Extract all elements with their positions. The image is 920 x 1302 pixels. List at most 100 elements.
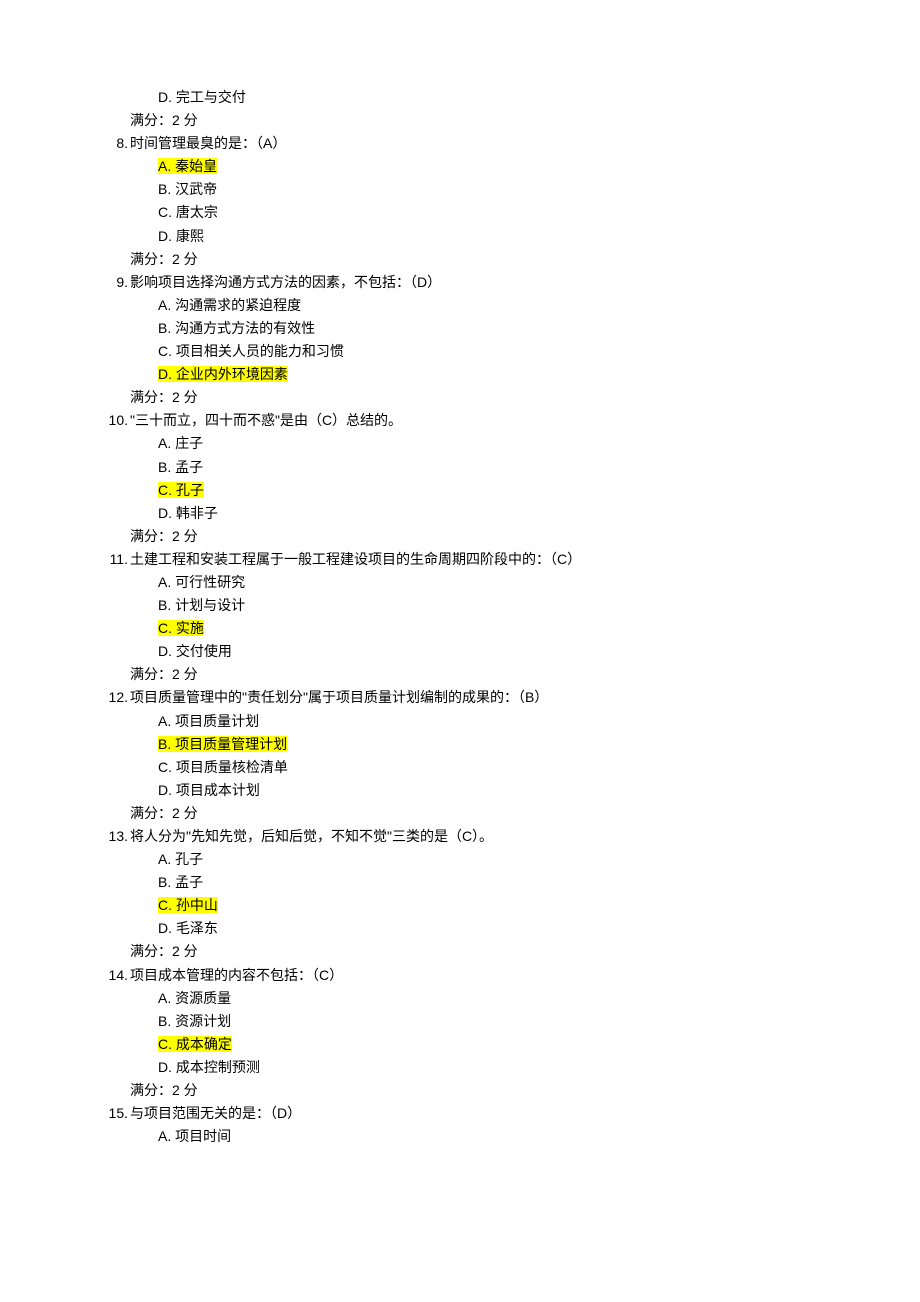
score-text: 满分：2 分 [130,1082,198,1098]
question-number: 10. [94,409,130,432]
score-text: 满分：2 分 [130,251,198,267]
option-text: D. 完工与交付 [158,89,246,105]
option-text: B. 计划与设计 [158,597,245,613]
option-row: D. 韩非子 [100,502,920,525]
option-text: A. 沟通需求的紧迫程度 [158,297,301,313]
question-number: 9. [100,271,130,294]
option-row: B. 汉武帝 [100,178,920,201]
option-text-highlighted: C. 孙中山 [158,897,218,913]
option-row: B. 孟子 [100,456,920,479]
option-text: D. 韩非子 [158,505,218,521]
option-text-highlighted: C. 实施 [158,620,204,636]
question-text: 与项目范围无关的是：（D） [130,1102,301,1125]
option-row: D. 毛泽东 [100,917,920,940]
question-number: 13. [94,825,130,848]
option-text-highlighted: A. 秦始皇 [158,158,217,174]
score-text: 满分：2 分 [130,805,198,821]
option-text: A. 孔子 [158,851,203,867]
option-row: A. 可行性研究 [100,571,920,594]
question-row: 8.时间管理最臭的是：（A） [100,132,920,155]
option-text-highlighted: D. 企业内外环境因素 [158,366,288,382]
question-row: 13.将人分为"先知先觉，后知后觉，不知不觉"三类的是（C）。 [100,825,920,848]
option-row: D. 企业内外环境因素 [100,363,920,386]
option-text: A. 资源质量 [158,990,231,1006]
option-text: B. 沟通方式方法的有效性 [158,320,315,336]
question-number: 11. [94,548,130,571]
question-text: 项目质量管理中的"责任划分"属于项目质量计划编制的成果的：（B） [130,686,548,709]
score-text: 满分：2 分 [130,943,198,959]
question-row: 9.影响项目选择沟通方式方法的因素，不包括：（D） [100,271,920,294]
option-row: A. 秦始皇 [100,155,920,178]
question-number: 14. [94,964,130,987]
question-text: 时间管理最臭的是：（A） [130,132,286,155]
option-text-highlighted: C. 孔子 [158,482,204,498]
option-text: D. 成本控制预测 [158,1059,260,1075]
score-row: 满分：2 分 [100,248,920,271]
score-text: 满分：2 分 [130,528,198,544]
option-text: C. 项目相关人员的能力和习惯 [158,343,344,359]
option-text: C. 唐太宗 [158,204,218,220]
question-text: "三十而立，四十而不惑"是由（C）总结的。 [130,409,402,432]
option-row: B. 孟子 [100,871,920,894]
option-row: D. 完工与交付 [100,86,920,109]
option-row: A. 沟通需求的紧迫程度 [100,294,920,317]
option-row: D. 康熙 [100,225,920,248]
question-row: 12.项目质量管理中的"责任划分"属于项目质量计划编制的成果的：（B） [100,686,920,709]
score-row: 满分：2 分 [100,802,920,825]
option-row: A. 项目时间 [100,1125,920,1148]
score-row: 满分：2 分 [100,663,920,686]
score-text: 满分：2 分 [130,389,198,405]
score-row: 满分：2 分 [100,109,920,132]
option-row: C. 孔子 [100,479,920,502]
score-row: 满分：2 分 [100,386,920,409]
option-text: D. 康熙 [158,228,204,244]
option-row: C. 实施 [100,617,920,640]
score-row: 满分：2 分 [100,1079,920,1102]
option-row: C. 孙中山 [100,894,920,917]
option-text: D. 项目成本计划 [158,782,260,798]
question-text: 项目成本管理的内容不包括：（C） [130,964,343,987]
option-row: D. 成本控制预测 [100,1056,920,1079]
option-text: A. 项目质量计划 [158,713,259,729]
option-text: D. 交付使用 [158,643,232,659]
score-text: 满分：2 分 [130,112,198,128]
option-text: B. 孟子 [158,874,203,890]
option-text-highlighted: B. 项目质量管理计划 [158,736,287,752]
option-text: A. 可行性研究 [158,574,245,590]
option-text-highlighted: C. 成本确定 [158,1036,232,1052]
question-number: 15. [94,1102,130,1125]
question-row: 11.土建工程和安装工程属于一般工程建设项目的生命周期四阶段中的：（C） [100,548,920,571]
question-row: 10."三十而立，四十而不惑"是由（C）总结的。 [100,409,920,432]
question-number: 8. [100,132,130,155]
option-text: A. 庄子 [158,435,203,451]
option-row: C. 项目质量核检清单 [100,756,920,779]
option-row: C. 成本确定 [100,1033,920,1056]
option-row: C. 唐太宗 [100,201,920,224]
option-row: A. 项目质量计划 [100,710,920,733]
option-row: A. 孔子 [100,848,920,871]
option-row: B. 沟通方式方法的有效性 [100,317,920,340]
document-body: D. 完工与交付满分：2 分8.时间管理最臭的是：（A）A. 秦始皇B. 汉武帝… [100,86,920,1148]
option-text: D. 毛泽东 [158,920,218,936]
score-text: 满分：2 分 [130,666,198,682]
score-row: 满分：2 分 [100,525,920,548]
option-row: B. 项目质量管理计划 [100,733,920,756]
question-number: 12. [94,686,130,709]
option-row: B. 计划与设计 [100,594,920,617]
option-row: D. 交付使用 [100,640,920,663]
option-row: C. 项目相关人员的能力和习惯 [100,340,920,363]
option-row: D. 项目成本计划 [100,779,920,802]
option-text: C. 项目质量核检清单 [158,759,288,775]
question-row: 14.项目成本管理的内容不包括：（C） [100,964,920,987]
question-text: 土建工程和安装工程属于一般工程建设项目的生命周期四阶段中的：（C） [130,548,581,571]
option-text: B. 汉武帝 [158,181,217,197]
question-row: 15.与项目范围无关的是：（D） [100,1102,920,1125]
question-text: 将人分为"先知先觉，后知后觉，不知不觉"三类的是（C）。 [130,825,493,848]
option-text: A. 项目时间 [158,1128,231,1144]
option-text: B. 资源计划 [158,1013,231,1029]
option-row: B. 资源计划 [100,1010,920,1033]
score-row: 满分：2 分 [100,940,920,963]
option-row: A. 庄子 [100,432,920,455]
option-text: B. 孟子 [158,459,203,475]
question-text: 影响项目选择沟通方式方法的因素，不包括：（D） [130,271,441,294]
